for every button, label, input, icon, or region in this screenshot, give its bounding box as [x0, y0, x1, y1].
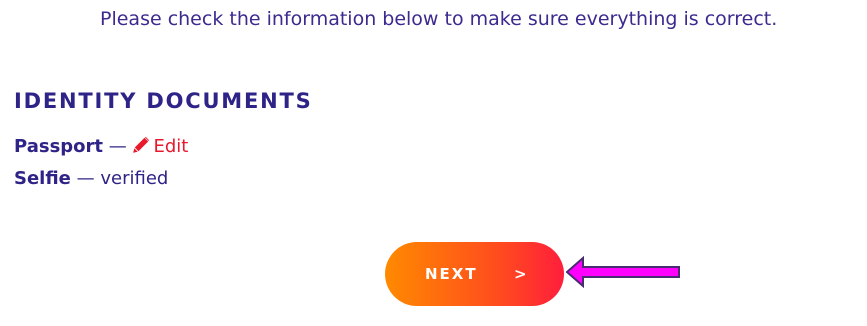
pointer-arrow-icon [566, 256, 680, 288]
section-title: IDENTITY DOCUMENTS [14, 89, 313, 113]
next-chevron-icon: > [514, 265, 529, 283]
document-name: Selfie [14, 168, 71, 189]
verification-review-page: Please check the information below to ma… [0, 0, 867, 326]
next-button[interactable]: NEXT > [385, 242, 564, 306]
edit-label: Edit [153, 136, 189, 157]
edit-passport-link[interactable]: Edit [132, 136, 188, 157]
separator: — [76, 168, 95, 189]
document-row-passport: Passport — Edit [14, 136, 188, 157]
next-button-label: NEXT [425, 265, 478, 283]
pencil-icon [133, 136, 150, 153]
intro-text: Please check the information below to ma… [100, 8, 778, 30]
separator: — [108, 136, 127, 157]
document-status: verified [100, 168, 169, 189]
document-row-selfie: Selfie — verified [14, 168, 168, 189]
document-name: Passport [14, 136, 104, 157]
